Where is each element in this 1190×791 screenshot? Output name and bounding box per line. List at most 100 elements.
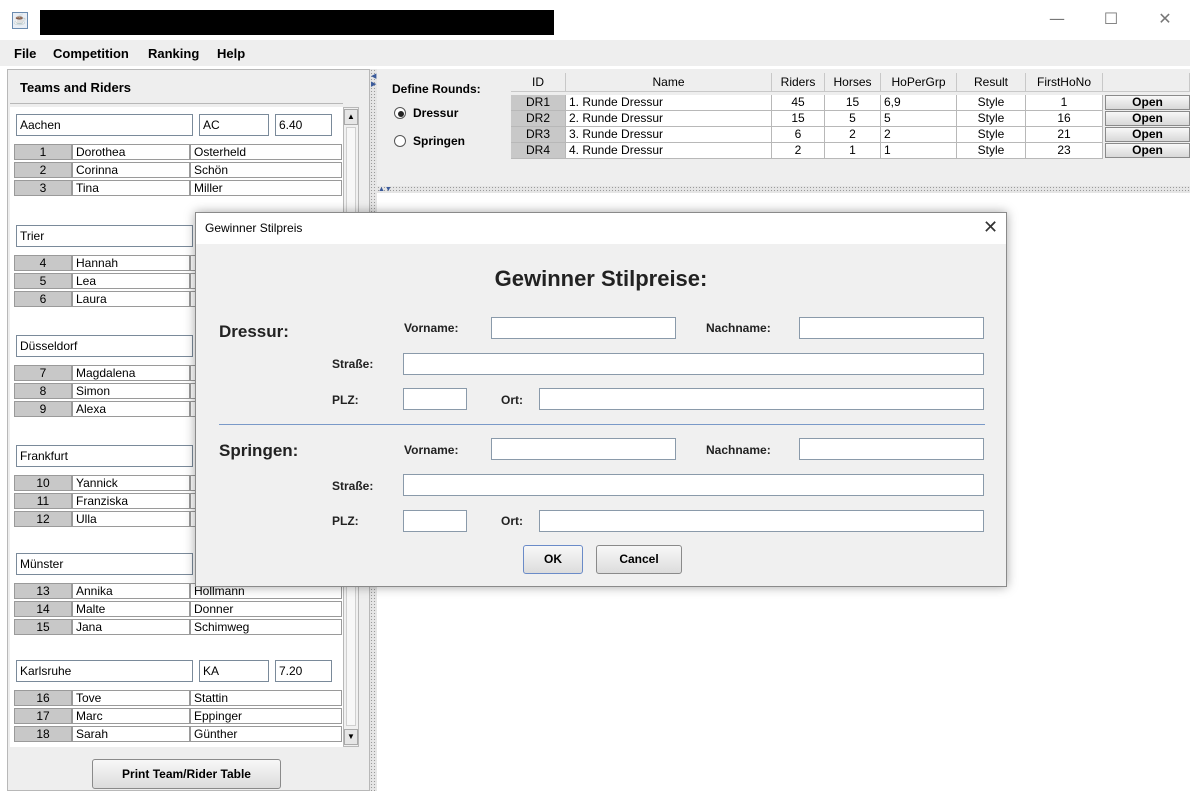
round-riders[interactable]: 6 (772, 127, 825, 143)
menu-ranking[interactable]: Ranking (148, 46, 199, 61)
springen-strasse-input[interactable] (403, 474, 984, 496)
col-header-action[interactable] (1103, 73, 1190, 92)
rider-first-name[interactable]: Annika (72, 583, 190, 599)
rider-first-name[interactable]: Hannah (72, 255, 190, 271)
team-score-field[interactable]: 7.20 (275, 660, 332, 682)
team-name-field[interactable]: Frankfurt (16, 445, 193, 467)
rider-first-name[interactable]: Yannick (72, 475, 190, 491)
team-name-field[interactable]: Düsseldorf (16, 335, 193, 357)
round-horses[interactable]: 1 (825, 143, 881, 159)
splitter-arrows-icon[interactable]: ◀ ▶ (371, 73, 376, 89)
round-firsthono[interactable]: 23 (1026, 143, 1103, 159)
splitter-arrows-icon[interactable]: ▲▼ (378, 186, 392, 194)
rider-last-name[interactable]: Miller (190, 180, 342, 196)
round-hopergrp[interactable]: 2 (881, 127, 957, 143)
rider-last-name[interactable]: Eppinger (190, 708, 342, 724)
team-name-field[interactable]: Karlsruhe (16, 660, 193, 682)
round-horses[interactable]: 15 (825, 95, 881, 111)
cancel-button[interactable]: Cancel (596, 545, 682, 574)
radio-dressur[interactable] (394, 107, 406, 119)
round-firsthono[interactable]: 21 (1026, 127, 1103, 143)
col-header-name[interactable]: Name (566, 73, 772, 92)
dressur-strasse-input[interactable] (403, 353, 984, 375)
radio-dressur-label[interactable]: Dressur (413, 106, 458, 120)
rider-first-name[interactable]: Simon (72, 383, 190, 399)
rider-first-name[interactable]: Alexa (72, 401, 190, 417)
col-header-id[interactable]: ID (511, 73, 566, 92)
dialog-close-icon[interactable]: ✕ (983, 217, 998, 238)
springen-vorname-input[interactable] (491, 438, 676, 460)
round-hopergrp[interactable]: 6,9 (881, 95, 957, 111)
round-riders[interactable]: 45 (772, 95, 825, 111)
rider-first-name[interactable]: Laura (72, 291, 190, 307)
scroll-up-icon[interactable]: ▲ (344, 109, 358, 125)
menu-competition[interactable]: Competition (53, 46, 129, 61)
round-id[interactable]: DR1 (511, 95, 566, 111)
springen-plz-input[interactable] (403, 510, 467, 532)
round-riders[interactable]: 15 (772, 111, 825, 127)
round-id[interactable]: DR2 (511, 111, 566, 127)
col-header-hopergrp[interactable]: HoPerGrp (881, 73, 957, 92)
open-round-button[interactable]: Open (1105, 127, 1190, 142)
rider-first-name[interactable]: Franziska (72, 493, 190, 509)
round-hopergrp[interactable]: 1 (881, 143, 957, 159)
round-riders[interactable]: 2 (772, 143, 825, 159)
rider-first-name[interactable]: Corinna (72, 162, 190, 178)
col-header-firsthono[interactable]: FirstHoNo (1026, 73, 1103, 92)
ok-button[interactable]: OK (523, 545, 583, 574)
rider-last-name[interactable]: Osterheld (190, 144, 342, 160)
rider-first-name[interactable]: Dorothea (72, 144, 190, 160)
rider-last-name[interactable]: Donner (190, 601, 342, 617)
dressur-plz-input[interactable] (403, 388, 467, 410)
scroll-down-icon[interactable]: ▼ (344, 729, 358, 745)
print-team-rider-table-button[interactable]: Print Team/Rider Table (92, 759, 281, 789)
menu-help[interactable]: Help (217, 46, 245, 61)
rider-first-name[interactable]: Tina (72, 180, 190, 196)
open-round-button[interactable]: Open (1105, 111, 1190, 126)
rider-last-name[interactable]: Schön (190, 162, 342, 178)
menu-file[interactable]: File (14, 46, 36, 61)
col-header-horses[interactable]: Horses (825, 73, 881, 92)
dressur-vorname-input[interactable] (491, 317, 676, 339)
minimize-button[interactable]: — (1040, 4, 1074, 34)
radio-springen-label[interactable]: Springen (413, 134, 465, 148)
rider-first-name[interactable]: Marc (72, 708, 190, 724)
round-hopergrp[interactable]: 5 (881, 111, 957, 127)
dressur-nachname-input[interactable] (799, 317, 984, 339)
team-name-field[interactable]: Trier (16, 225, 193, 247)
round-firsthono[interactable]: 16 (1026, 111, 1103, 127)
rider-first-name[interactable]: Ulla (72, 511, 190, 527)
round-firsthono[interactable]: 1 (1026, 95, 1103, 111)
team-score-field[interactable]: 6.40 (275, 114, 332, 136)
springen-ort-input[interactable] (539, 510, 984, 532)
round-result[interactable]: Style (957, 143, 1026, 159)
round-id[interactable]: DR4 (511, 143, 566, 159)
round-horses[interactable]: 2 (825, 127, 881, 143)
open-round-button[interactable]: Open (1105, 95, 1190, 110)
close-button[interactable]: ✕ (1148, 4, 1182, 34)
round-horses[interactable]: 5 (825, 111, 881, 127)
round-result[interactable]: Style (957, 111, 1026, 127)
team-code-field[interactable]: AC (199, 114, 269, 136)
rider-first-name[interactable]: Malte (72, 601, 190, 617)
round-name[interactable]: 2. Runde Dressur (566, 111, 772, 127)
round-name[interactable]: 3. Runde Dressur (566, 127, 772, 143)
rider-last-name[interactable]: Günther (190, 726, 342, 742)
rider-first-name[interactable]: Lea (72, 273, 190, 289)
team-code-field[interactable]: KA (199, 660, 269, 682)
dressur-ort-input[interactable] (539, 388, 984, 410)
rider-last-name[interactable]: Stattin (190, 690, 342, 706)
open-round-button[interactable]: Open (1105, 143, 1190, 158)
round-result[interactable]: Style (957, 95, 1026, 111)
round-id[interactable]: DR3 (511, 127, 566, 143)
round-name[interactable]: 1. Runde Dressur (566, 95, 772, 111)
rider-last-name[interactable]: Schimweg (190, 619, 342, 635)
rider-first-name[interactable]: Tove (72, 690, 190, 706)
team-name-field[interactable]: Münster (16, 553, 193, 575)
maximize-button[interactable]: ☐ (1094, 4, 1128, 34)
springen-nachname-input[interactable] (799, 438, 984, 460)
rider-first-name[interactable]: Sarah (72, 726, 190, 742)
col-header-riders[interactable]: Riders (772, 73, 825, 92)
horizontal-splitter[interactable] (377, 186, 1190, 193)
radio-springen[interactable] (394, 135, 406, 147)
